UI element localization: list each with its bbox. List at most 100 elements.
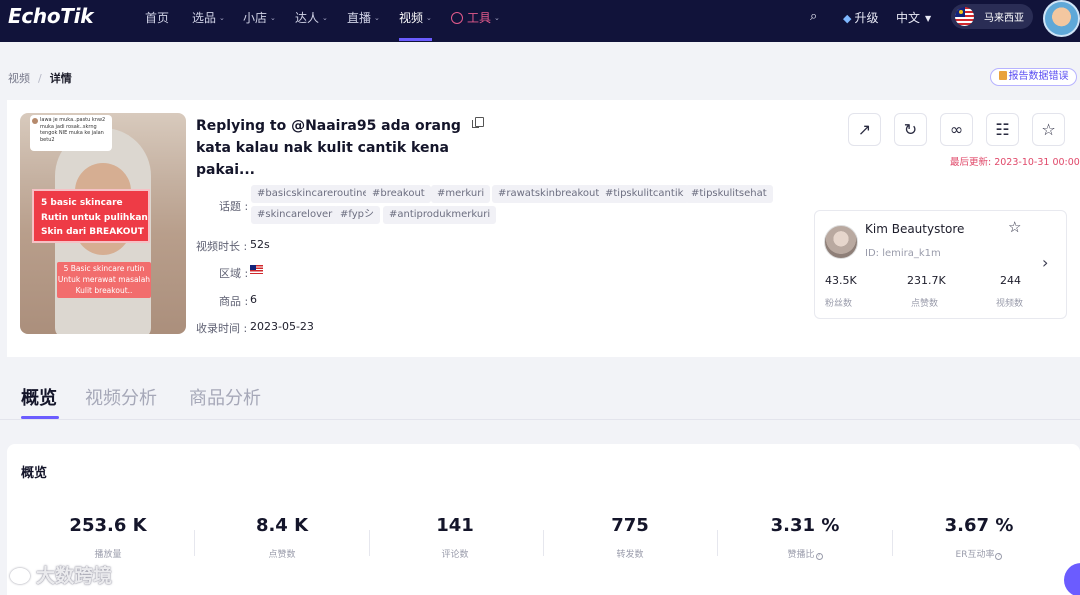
nav-tools[interactable]: 工具 ⌄: [451, 9, 500, 26]
star-icon: ☆: [1041, 120, 1056, 139]
metric-shares-label: 转发数: [616, 550, 644, 560]
chevron-down-icon: ⌄: [322, 14, 328, 22]
creator-avatar[interactable]: [824, 225, 858, 259]
follow-star-icon[interactable]: ☆: [1008, 218, 1021, 236]
thumbnail-overlay-sub: 5 Basic skincare rutin Untuk merawat mas…: [57, 262, 151, 298]
region-select[interactable]: 马来西亚: [951, 4, 1033, 29]
chevron-down-icon: ⌄: [374, 14, 380, 22]
copy-link-button[interactable]: ∞: [940, 113, 973, 146]
metric-like-rate-value: 3.31 %: [770, 515, 840, 536]
chevron-down-icon: ⌄: [270, 14, 276, 22]
metric-divider: [543, 530, 544, 556]
metric-views-value: 253.6 K: [69, 515, 147, 536]
nav-creators[interactable]: 达人 ⌄: [295, 9, 328, 26]
video-title: Replying to @Naaira95 ada orang kata kal…: [196, 118, 461, 178]
video-thumbnail[interactable]: lawa je muka..pastu knw2 muka jadi rosak…: [20, 113, 186, 334]
user-avatar[interactable]: [1043, 0, 1080, 37]
region-label: 区域 :: [219, 267, 249, 280]
tag-item[interactable]: #breakout: [366, 185, 431, 203]
tag-item[interactable]: #merkuri: [431, 185, 491, 203]
collected-value: 2023-05-23: [250, 320, 314, 333]
nav-live[interactable]: 直播 ⌄: [347, 9, 380, 26]
metric-divider: [194, 530, 195, 556]
nav-products[interactable]: 选品 ⌄: [192, 9, 225, 26]
thumbnail-comment: lawa je muka..pastu knw2 muka jadi rosak…: [30, 115, 112, 151]
chevron-right-icon[interactable]: ›: [1042, 253, 1048, 272]
metric-likes-value: 8.4 K: [255, 515, 309, 536]
metric-likes-label: 点赞数: [268, 550, 296, 560]
tab-active-indicator: [21, 416, 59, 419]
products-label: 商品 :: [219, 295, 249, 308]
open-external-button[interactable]: ↗: [848, 113, 881, 146]
malaysia-flag-icon: [250, 265, 263, 274]
creator-likes-value: 231.7K: [907, 274, 946, 287]
creator-name[interactable]: Kim Beautystore: [865, 222, 964, 236]
copy-icon[interactable]: [472, 117, 484, 128]
watermark-logo-icon: [10, 568, 30, 584]
refresh-button[interactable]: ↻: [894, 113, 927, 146]
creator-likes-label: 点赞数: [911, 299, 939, 309]
refresh-icon: ↻: [903, 120, 918, 139]
creator-followers-label: 粉丝数: [825, 299, 853, 309]
creator-videos-value: 244: [1000, 274, 1021, 287]
malaysia-flag-icon: [955, 7, 974, 26]
report-icon: [998, 71, 1007, 80]
metric-views-label: 播放量: [94, 550, 122, 560]
qr-code-button[interactable]: ☷: [986, 113, 1019, 146]
tab-video-analysis[interactable]: 视频分析: [85, 384, 157, 410]
language-select[interactable]: 中文 ▼: [896, 9, 931, 26]
report-data-error-button[interactable]: 报告数据错误: [990, 68, 1077, 86]
tag-item[interactable]: #antiprodukmerkuri: [383, 206, 497, 224]
favorite-button[interactable]: ☆: [1032, 113, 1065, 146]
top-navbar: EchoTik 首页 选品 ⌄ 小店 ⌄ 达人 ⌄ 直播 ⌄ 视频 ⌄ 工具 ⌄ ⌕ ◆ 升级…: [0, 0, 1080, 42]
chevron-down-icon: ⌄: [426, 14, 432, 22]
metric-comments-label: 评论数: [441, 550, 469, 560]
tag-item[interactable]: #basicskincareroutine: [251, 185, 375, 203]
echotik-logo[interactable]: EchoTik: [8, 4, 94, 28]
last-updated: 最后更新: 2023-10-31 00:00: [950, 157, 1080, 168]
creator-followers-value: 43.5K: [825, 274, 857, 287]
duration-label: 视频时长 :: [196, 240, 248, 253]
metric-engagement-rate-label: ER互动率?: [919, 547, 1039, 560]
duration-value: 52s: [250, 238, 270, 251]
help-icon[interactable]: ?: [815, 553, 823, 560]
diamond-icon: ◆: [843, 12, 852, 25]
nav-active-indicator: [399, 38, 432, 41]
qr-code-icon: ☷: [995, 120, 1010, 139]
chevron-down-icon: ⌄: [494, 14, 500, 22]
breadcrumb: 视频 / 详情: [8, 72, 72, 85]
caret-down-icon: ▼: [925, 14, 932, 23]
overview-title: 概览: [21, 466, 48, 481]
creator-id: ID: lemira_k1m: [865, 248, 941, 259]
collected-label: 收录时间 :: [196, 322, 248, 335]
link-icon: ∞: [949, 120, 964, 139]
nav-home[interactable]: 首页: [145, 9, 169, 26]
metric-shares-value: 775: [611, 515, 649, 536]
breadcrumb-videos[interactable]: 视频: [8, 72, 30, 85]
search-icon[interactable]: ⌕: [810, 9, 817, 24]
watermark: 大数跨境: [10, 561, 112, 588]
nav-shops[interactable]: 小店 ⌄: [243, 9, 276, 26]
tabs-divider: [0, 419, 1080, 420]
metric-divider: [717, 530, 718, 556]
external-link-icon: ↗: [857, 120, 872, 139]
tag-item[interactable]: #skincarelover: [251, 206, 339, 224]
tab-overview[interactable]: 概览: [21, 384, 57, 410]
help-icon[interactable]: ?: [995, 553, 1003, 560]
creator-videos-label: 视频数: [996, 299, 1024, 309]
tab-product-analysis[interactable]: 商品分析: [189, 384, 261, 410]
products-value: 6: [250, 293, 257, 306]
tag-item[interactable]: #fypシ: [334, 206, 380, 224]
metric-divider: [369, 530, 370, 556]
tag-item[interactable]: #tipskulitcantik: [599, 185, 690, 203]
tools-icon: [451, 12, 463, 24]
breadcrumb-current: 详情: [49, 72, 72, 85]
metric-divider: [892, 530, 893, 556]
tag-item[interactable]: #rawatskinbreakout: [492, 185, 606, 203]
metric-engagement-rate-value: 3.67 %: [944, 515, 1014, 536]
topic-label: 话题 :: [219, 200, 249, 213]
chevron-down-icon: ⌄: [219, 14, 225, 22]
tag-item[interactable]: #tipskulitsehat: [685, 185, 773, 203]
upgrade-button[interactable]: ◆ 升级: [843, 9, 878, 26]
nav-videos[interactable]: 视频 ⌄: [399, 9, 432, 26]
